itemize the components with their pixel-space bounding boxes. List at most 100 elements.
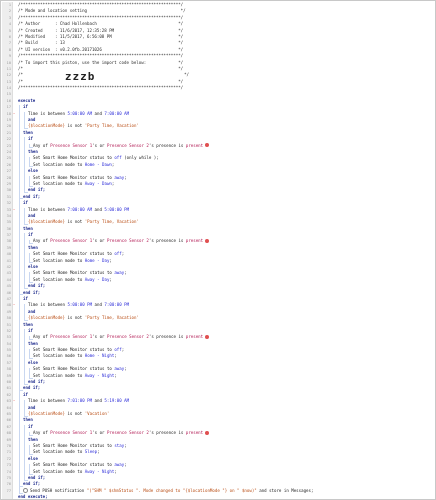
- indent-guide: [29, 335, 33, 341]
- location-mode-value: Away - Night: [84, 372, 115, 378]
- header-comment: /***************************************…: [18, 14, 184, 20]
- time-value: 5:00:00 PM: [104, 206, 130, 212]
- end-if-keyword: end if;: [23, 481, 41, 487]
- then-keyword: then: [28, 148, 38, 154]
- sensor-icon: [205, 143, 210, 148]
- code-token: Time is between: [28, 302, 68, 308]
- location-mode-value: Home - Night: [84, 353, 115, 359]
- code-editor: 1/**************************************…: [0, 0, 436, 500]
- then-keyword: then: [28, 244, 38, 250]
- code-token: Set location mode to: [33, 372, 85, 378]
- sensor-icon: [205, 238, 210, 243]
- indent-guide: [29, 463, 33, 475]
- location-mode-value: Home - Day: [84, 257, 110, 263]
- device-name: Presence Sensor 2: [106, 334, 149, 340]
- code-token: Set Smart Home Monitor status to: [33, 462, 115, 468]
- location-mode-value: Away - Day: [84, 276, 110, 282]
- device-name: Presence Sensor 1: [50, 430, 93, 436]
- indent-guide: [24, 303, 28, 321]
- end-if-keyword: end if;: [23, 289, 41, 295]
- code-token: Time is between: [28, 110, 68, 116]
- then-keyword: then: [23, 417, 33, 423]
- if-keyword: if: [28, 327, 33, 333]
- code-token: is not: [64, 315, 85, 321]
- collapse-block-icon[interactable]: −: [13, 208, 16, 212]
- push-action: and store in Messages;: [256, 487, 314, 493]
- location-mode-variable: {$locationMode}: [28, 219, 65, 225]
- device-name: Presence Sensor 1: [50, 334, 93, 340]
- collapse-block-icon[interactable]: −: [13, 399, 16, 403]
- header-comment: /***************************************…: [18, 85, 184, 91]
- code-token: (only while );: [121, 155, 159, 161]
- code-token: Set location mode to: [33, 276, 85, 282]
- collapse-block-icon[interactable]: −: [13, 112, 16, 116]
- code-token: Set Smart Home Monitor status to: [33, 270, 115, 276]
- header-comment: /* Build : 13 */: [18, 40, 184, 46]
- end-if-keyword: end if;: [28, 474, 46, 480]
- location-mode-variable: {$locationMode}: [28, 123, 65, 129]
- indent-guide: [24, 233, 28, 289]
- header-comment: /* Modified : 11/5/2017, 6:56:08 PM */: [18, 33, 184, 39]
- code-token: ;: [111, 180, 115, 186]
- code-token: Any of: [33, 142, 51, 148]
- code-token: is not: [64, 411, 85, 416]
- code-line: end execute;: [2, 494, 434, 500]
- if-keyword: if: [23, 391, 28, 397]
- then-keyword: then: [28, 340, 38, 346]
- code-token: is not: [64, 123, 85, 129]
- location-mode-value: Away - Dawn: [84, 180, 112, 186]
- indent-guide: [24, 111, 28, 129]
- time-value: 5:00:00 PM: [67, 302, 93, 308]
- indent-guide: [29, 143, 33, 149]
- location-mode-value: Home - Dawn: [84, 161, 112, 167]
- header-comment: /* */: [18, 65, 184, 71]
- indent-guide: [29, 175, 33, 187]
- header-comment: /* To import this piston, use the import…: [18, 59, 184, 65]
- else-keyword: else: [28, 168, 38, 174]
- code-token: ;: [109, 257, 112, 263]
- presence-value: present: [185, 142, 204, 148]
- end-if-keyword: end if;: [28, 187, 46, 193]
- code-token: Set location mode to: [33, 468, 85, 474]
- location-mode-value: Away - Night: [84, 468, 115, 474]
- else-keyword: else: [28, 264, 38, 270]
- shm-status: stay: [114, 442, 125, 448]
- shm-status: away: [114, 270, 125, 276]
- header-comment: /* Mode and location setting */: [18, 8, 186, 14]
- code-token: 's presence is: [148, 142, 186, 148]
- shm-status: off: [114, 155, 122, 161]
- indent-guide: [29, 271, 33, 283]
- time-value: 5:00:00 AM: [67, 110, 93, 116]
- location-mode-value: Sleep: [84, 449, 98, 455]
- code-token: Set Smart Home Monitor status to: [33, 251, 115, 257]
- code-token: 's or: [92, 334, 107, 340]
- time-value: 7:00:00 PM: [104, 302, 130, 308]
- code-token: Any of: [33, 238, 51, 244]
- header-comment: /***************************************…: [18, 2, 184, 7]
- code-token: ;: [124, 270, 127, 276]
- code-token: 's presence is: [148, 334, 186, 340]
- indent-guide: [24, 137, 28, 193]
- code-token: ;: [111, 161, 115, 167]
- indent-guide: [24, 425, 28, 481]
- code-token: Set location mode to: [33, 353, 85, 359]
- and-keyword: and: [28, 117, 36, 123]
- end-if-keyword: end if;: [23, 193, 41, 199]
- then-keyword: then: [23, 225, 33, 231]
- time-value: 5:19:00 AM: [104, 398, 130, 404]
- code-token: ;: [109, 276, 112, 282]
- push-action: Send PUSH notification: [30, 487, 87, 493]
- code-token: ;: [114, 353, 117, 359]
- code-token: ;: [114, 468, 117, 474]
- shm-status: off: [114, 251, 122, 257]
- end-execute-keyword: end execute;: [18, 494, 48, 500]
- presence-value: present: [185, 334, 204, 340]
- device-name: Presence Sensor 1: [50, 238, 93, 244]
- code-token: and: [92, 206, 105, 212]
- indent-guide: [29, 239, 33, 245]
- if-keyword: if: [28, 136, 33, 142]
- end-if-keyword: end if;: [28, 283, 46, 289]
- indent-guide: [29, 348, 33, 360]
- and-keyword: and: [28, 308, 36, 314]
- collapse-block-icon[interactable]: −: [13, 303, 16, 307]
